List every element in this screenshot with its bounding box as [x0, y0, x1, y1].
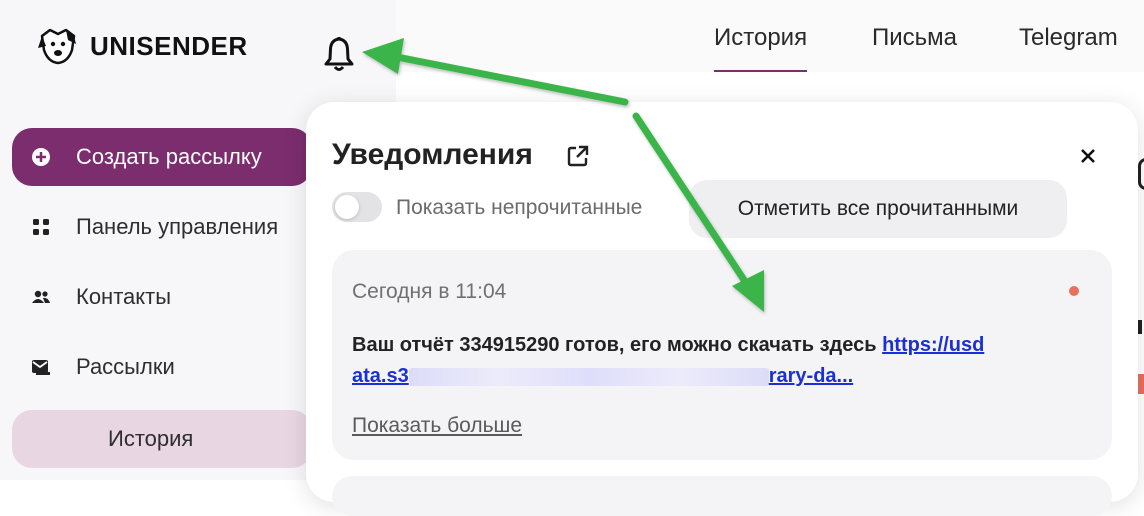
link-text-prefix: ata.s3	[352, 365, 409, 387]
notification-card: Сегодня в 11:04 Ваш отчёт 334915290 гото…	[332, 250, 1112, 460]
close-icon[interactable]	[1076, 144, 1100, 168]
notification-time: Сегодня в 11:04	[352, 280, 507, 303]
unread-dot	[1069, 286, 1079, 296]
cutoff-element	[1138, 374, 1144, 394]
sidebar-item-label: Панель управления	[76, 214, 279, 239]
panel-title: Уведомления	[332, 138, 533, 171]
link-text-suffix: rary-da...	[768, 365, 854, 387]
plus-circle-icon	[30, 146, 52, 168]
notification-message: Ваш отчёт 334915290 готов, его можно ска…	[352, 334, 877, 356]
notification-card	[332, 476, 1112, 516]
sidebar-item-history[interactable]: История	[12, 410, 312, 468]
sidebar-item-dashboard[interactable]: Панель управления	[12, 198, 312, 256]
external-link-icon[interactable]	[566, 144, 590, 168]
unread-toggle-label: Показать непрочитанные	[396, 196, 643, 219]
toggle-knob	[335, 195, 359, 219]
cutoff-element	[1138, 158, 1144, 190]
tab-history[interactable]: История	[714, 24, 808, 72]
sidebar-item-label: Контакты	[76, 284, 172, 309]
sidebar-item-contacts[interactable]: Контакты	[12, 268, 312, 326]
bell-icon[interactable]	[322, 34, 356, 72]
tab-letters[interactable]: Письма	[872, 24, 957, 52]
unread-toggle[interactable]	[332, 192, 382, 222]
notification-text: Ваш отчёт 334915290 готов, его можно ска…	[352, 330, 1094, 392]
redacted-blur	[408, 367, 769, 386]
sidebar-item-create-campaign[interactable]: Создать рассылку	[12, 128, 312, 186]
mark-all-read-button[interactable]: Отметить все прочитанными	[689, 180, 1067, 238]
brand-logo[interactable]: UNISENDER	[36, 26, 248, 66]
sidebar-item-label: История	[108, 426, 194, 451]
link-text-start: https://usd	[882, 334, 985, 356]
mail-icon	[30, 356, 52, 378]
brand-name: UNISENDER	[90, 30, 248, 61]
sidebar-item-campaigns[interactable]: Рассылки	[12, 338, 312, 396]
sidebar-item-label: Создать рассылку	[76, 144, 262, 169]
notifications-panel: Уведомления Показать непрочитанные Отмет…	[306, 102, 1138, 516]
sidebar-item-label: Рассылки	[76, 354, 175, 379]
grid-icon	[30, 216, 52, 238]
tab-telegram[interactable]: Telegram	[1019, 24, 1118, 52]
users-icon	[30, 286, 52, 308]
top-tabs: История Письма Telegram	[396, 0, 1144, 72]
show-more-link[interactable]: Показать больше	[352, 414, 522, 438]
dog-logo-icon	[38, 28, 76, 65]
